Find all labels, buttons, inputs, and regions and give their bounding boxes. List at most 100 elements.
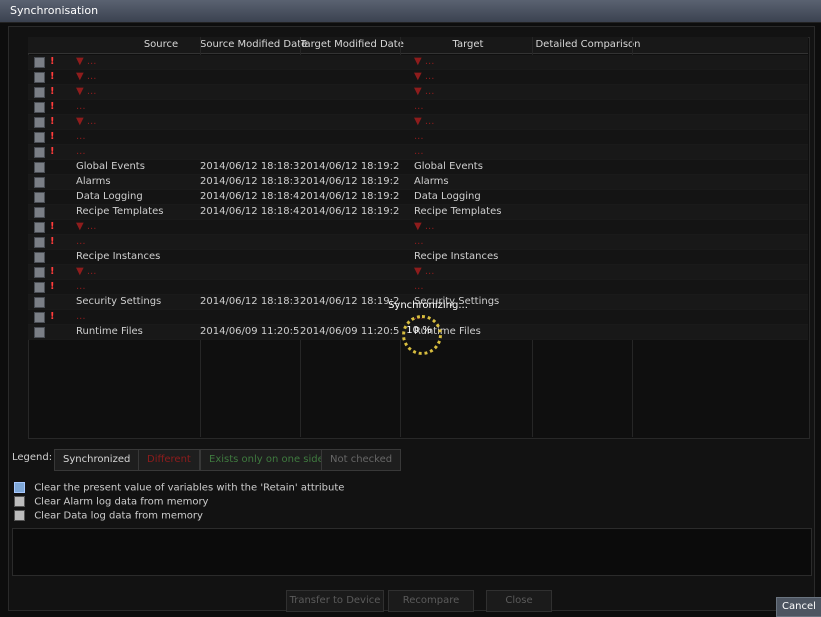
target-modified-date-cell: 2014/06/09 11:20:56 bbox=[300, 326, 400, 337]
column-target-header[interactable]: Target bbox=[433, 39, 503, 50]
row-checkbox[interactable] bbox=[34, 312, 45, 323]
source-cell: Recipe Templates bbox=[76, 206, 164, 217]
option-label: Clear Data log data from memory bbox=[34, 510, 203, 522]
warning-icon: ! bbox=[50, 281, 55, 292]
data-log-checkbox[interactable] bbox=[14, 510, 25, 521]
grid-header: Source Source Modified Date Target Modif… bbox=[28, 37, 808, 54]
table-row[interactable]: ! ▼ ... ▼ ... bbox=[28, 85, 808, 100]
comparison-rows: ! ▼ ... ▼ ...! ▼ ... ▼ ...! ▼ ... ▼ ...!......… bbox=[28, 55, 808, 340]
source-cell: ▼ ... bbox=[76, 71, 97, 82]
table-row[interactable]: Recipe Templates 2014/06/12 18:18:40 2014/… bbox=[28, 205, 808, 220]
target-cell: Global Events bbox=[414, 161, 483, 172]
window-title: Synchronisation bbox=[10, 4, 99, 17]
row-checkbox[interactable] bbox=[34, 177, 45, 188]
transfer-to-device-button[interactable]: Transfer to Device bbox=[286, 590, 384, 612]
row-checkbox[interactable] bbox=[34, 72, 45, 83]
option-label: Clear Alarm log data from memory bbox=[34, 496, 209, 508]
target-cell: ... bbox=[414, 101, 424, 112]
row-checkbox[interactable] bbox=[34, 252, 45, 263]
title-bar: Synchronisation bbox=[0, 0, 821, 23]
alarm-log-checkbox[interactable] bbox=[14, 496, 25, 507]
row-checkbox[interactable] bbox=[34, 102, 45, 113]
table-row[interactable]: ! ▼ ... ▼ ... bbox=[28, 265, 808, 280]
option-clear-retain[interactable]: Clear the present value of variables wit… bbox=[14, 482, 344, 494]
row-checkbox[interactable] bbox=[34, 57, 45, 68]
source-modified-date-cell: 2014/06/12 18:18:40 bbox=[200, 206, 300, 217]
table-row[interactable]: ! ▼ ... ▼ ... bbox=[28, 55, 808, 70]
table-row[interactable]: ! ▼ ... ▼ ... bbox=[28, 70, 808, 85]
row-checkbox[interactable] bbox=[34, 207, 45, 218]
source-cell: ... bbox=[76, 146, 86, 157]
source-cell: ... bbox=[76, 281, 86, 292]
row-checkbox[interactable] bbox=[34, 147, 45, 158]
legend: Legend: Synchronized Different Exists on… bbox=[12, 449, 402, 471]
recompare-button[interactable]: Recompare bbox=[388, 590, 474, 612]
table-row[interactable]: !...... bbox=[28, 145, 808, 160]
target-cell: ▼ ... bbox=[414, 56, 435, 67]
option-clear-alarm-log[interactable]: Clear Alarm log data from memory bbox=[14, 496, 208, 508]
row-checkbox[interactable] bbox=[34, 267, 45, 278]
target-cell: ▼ ... bbox=[414, 86, 435, 97]
source-cell: ▼ ... bbox=[76, 221, 97, 232]
target-cell: Alarms bbox=[414, 176, 449, 187]
retain-checkbox[interactable] bbox=[14, 482, 25, 493]
warning-icon: ! bbox=[50, 86, 55, 97]
table-row[interactable]: Global Events 2014/06/12 18:18:39 2014/06/… bbox=[28, 160, 808, 175]
source-cell: Global Events bbox=[76, 161, 145, 172]
row-checkbox[interactable] bbox=[34, 192, 45, 203]
table-row[interactable]: Data Logging 2014/06/12 18:18:40 2014/06/1… bbox=[28, 190, 808, 205]
table-row[interactable]: !...... bbox=[28, 280, 808, 295]
target-cell: ... bbox=[414, 236, 424, 247]
table-row[interactable]: Alarms 2014/06/12 18:18:39 2014/06/12 18:1… bbox=[28, 175, 808, 190]
row-checkbox[interactable] bbox=[34, 282, 45, 293]
column-target-modified-date-header[interactable]: Target Modified Date bbox=[300, 39, 404, 50]
target-cell: ... bbox=[414, 281, 424, 292]
legend-different[interactable]: Different bbox=[138, 449, 200, 471]
option-label: Clear the present value of variables wit… bbox=[34, 482, 345, 494]
target-cell: ▼ ... bbox=[414, 116, 435, 127]
row-checkbox[interactable] bbox=[34, 297, 45, 308]
legend-exists-one-side[interactable]: Exists only on one side bbox=[200, 449, 333, 471]
table-row[interactable]: !...... bbox=[28, 130, 808, 145]
column-source-modified-date-header[interactable]: Source Modified Date bbox=[200, 39, 307, 50]
target-cell: Data Logging bbox=[414, 191, 481, 202]
source-cell: ▼ ... bbox=[76, 266, 97, 277]
table-row[interactable]: !...... bbox=[28, 100, 808, 115]
column-detailed-comparison-header[interactable]: Detailed Comparison bbox=[533, 39, 643, 50]
table-row[interactable]: ! ▼ ... ▼ ... bbox=[28, 220, 808, 235]
legend-not-checked[interactable]: Not checked bbox=[321, 449, 402, 471]
target-modified-date-cell: 2014/06/12 18:19:27 bbox=[300, 206, 400, 217]
row-checkbox[interactable] bbox=[34, 162, 45, 173]
row-checkbox[interactable] bbox=[34, 117, 45, 128]
target-cell: ... bbox=[414, 146, 424, 157]
source-cell: Runtime Files bbox=[76, 326, 143, 337]
row-checkbox[interactable] bbox=[34, 237, 45, 248]
table-row[interactable]: Recipe Instances Recipe Instances bbox=[28, 250, 808, 265]
warning-icon: ! bbox=[50, 236, 55, 247]
warning-icon: ! bbox=[50, 56, 55, 67]
message-box bbox=[12, 528, 812, 576]
target-modified-date-cell: 2014/06/12 18:19:27 bbox=[300, 191, 400, 202]
row-checkbox[interactable] bbox=[34, 132, 45, 143]
source-cell: Recipe Instances bbox=[76, 251, 161, 262]
source-cell: ▼ ... bbox=[76, 86, 97, 97]
target-cell: Recipe Templates bbox=[414, 206, 502, 217]
row-checkbox[interactable] bbox=[34, 327, 45, 338]
warning-icon: ! bbox=[50, 266, 55, 277]
table-row[interactable]: !...... bbox=[28, 235, 808, 250]
close-button[interactable]: Close bbox=[486, 590, 552, 612]
source-cell: ... bbox=[76, 311, 86, 322]
cancel-button[interactable]: Cancel bbox=[776, 597, 821, 617]
row-checkbox[interactable] bbox=[34, 87, 45, 98]
source-cell: ▼ ... bbox=[76, 56, 97, 67]
source-cell: ... bbox=[76, 236, 86, 247]
option-clear-data-log[interactable]: Clear Data log data from memory bbox=[14, 510, 203, 522]
table-row[interactable]: ! ▼ ... ▼ ... bbox=[28, 115, 808, 130]
source-cell: Security Settings bbox=[76, 296, 162, 307]
source-modified-date-cell: 2014/06/12 18:18:39 bbox=[200, 296, 300, 307]
row-checkbox[interactable] bbox=[34, 222, 45, 233]
target-cell: ▼ ... bbox=[414, 71, 435, 82]
source-cell: ... bbox=[76, 101, 86, 112]
legend-synchronized[interactable]: Synchronized bbox=[54, 449, 140, 471]
legend-label: Legend: bbox=[12, 452, 53, 463]
